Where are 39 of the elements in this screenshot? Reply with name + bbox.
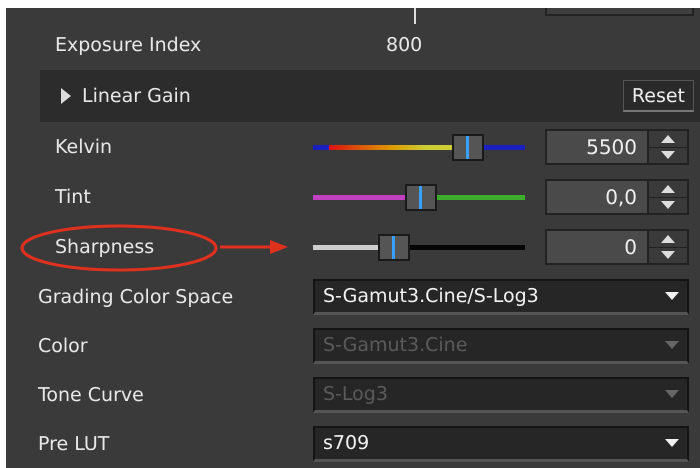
slider-thumb[interactable]	[378, 234, 410, 260]
slider-thumb[interactable]	[452, 134, 484, 160]
slider-label: Sharpness	[55, 236, 154, 258]
value-field[interactable]: 0,0	[545, 179, 649, 215]
section-header[interactable]: Linear Gain Reset	[40, 70, 700, 122]
up-arrow-icon	[661, 184, 675, 193]
slider-label: Tint	[55, 186, 91, 208]
reset-button[interactable]: Reset	[622, 80, 694, 112]
dropdown[interactable]: s709	[313, 426, 689, 462]
slider-thumb[interactable]	[404, 184, 437, 210]
down-arrow-icon	[665, 292, 679, 300]
slider-tick	[414, 8, 416, 24]
decrement-button[interactable]	[649, 196, 687, 213]
expand-triangle-icon[interactable]	[60, 88, 72, 104]
down-arrow-icon	[661, 151, 675, 160]
increment-button[interactable]	[649, 181, 687, 196]
dropdown-label: Color	[38, 334, 88, 356]
up-arrow-icon	[661, 234, 675, 243]
section-title: Linear Gain	[82, 85, 192, 107]
down-arrow-icon	[665, 439, 679, 447]
dropdown[interactable]: S-Gamut3.Cine/S-Log3	[313, 278, 689, 314]
down-arrow-icon	[661, 251, 675, 260]
up-arrow-icon	[661, 134, 675, 143]
exposure-index-value: 800	[386, 34, 422, 56]
decrement-button[interactable]	[649, 246, 687, 263]
value-field[interactable]: 5500	[545, 129, 649, 165]
dropdown-label: Pre LUT	[38, 432, 110, 454]
down-arrow-icon	[665, 390, 679, 398]
dropdown-label: Grading Color Space	[38, 286, 234, 308]
increment-button[interactable]	[649, 231, 687, 246]
pointer-arrow	[220, 239, 288, 255]
dropdown-label: Tone Curve	[38, 384, 144, 406]
down-arrow-icon	[665, 341, 679, 349]
value-field[interactable]: 0	[545, 229, 649, 265]
slider-label: Kelvin	[55, 136, 112, 158]
decrement-button[interactable]	[649, 146, 687, 163]
exposure-index-label: Exposure Index	[54, 34, 202, 56]
down-arrow-icon	[661, 201, 675, 210]
increment-button[interactable]	[649, 131, 687, 146]
